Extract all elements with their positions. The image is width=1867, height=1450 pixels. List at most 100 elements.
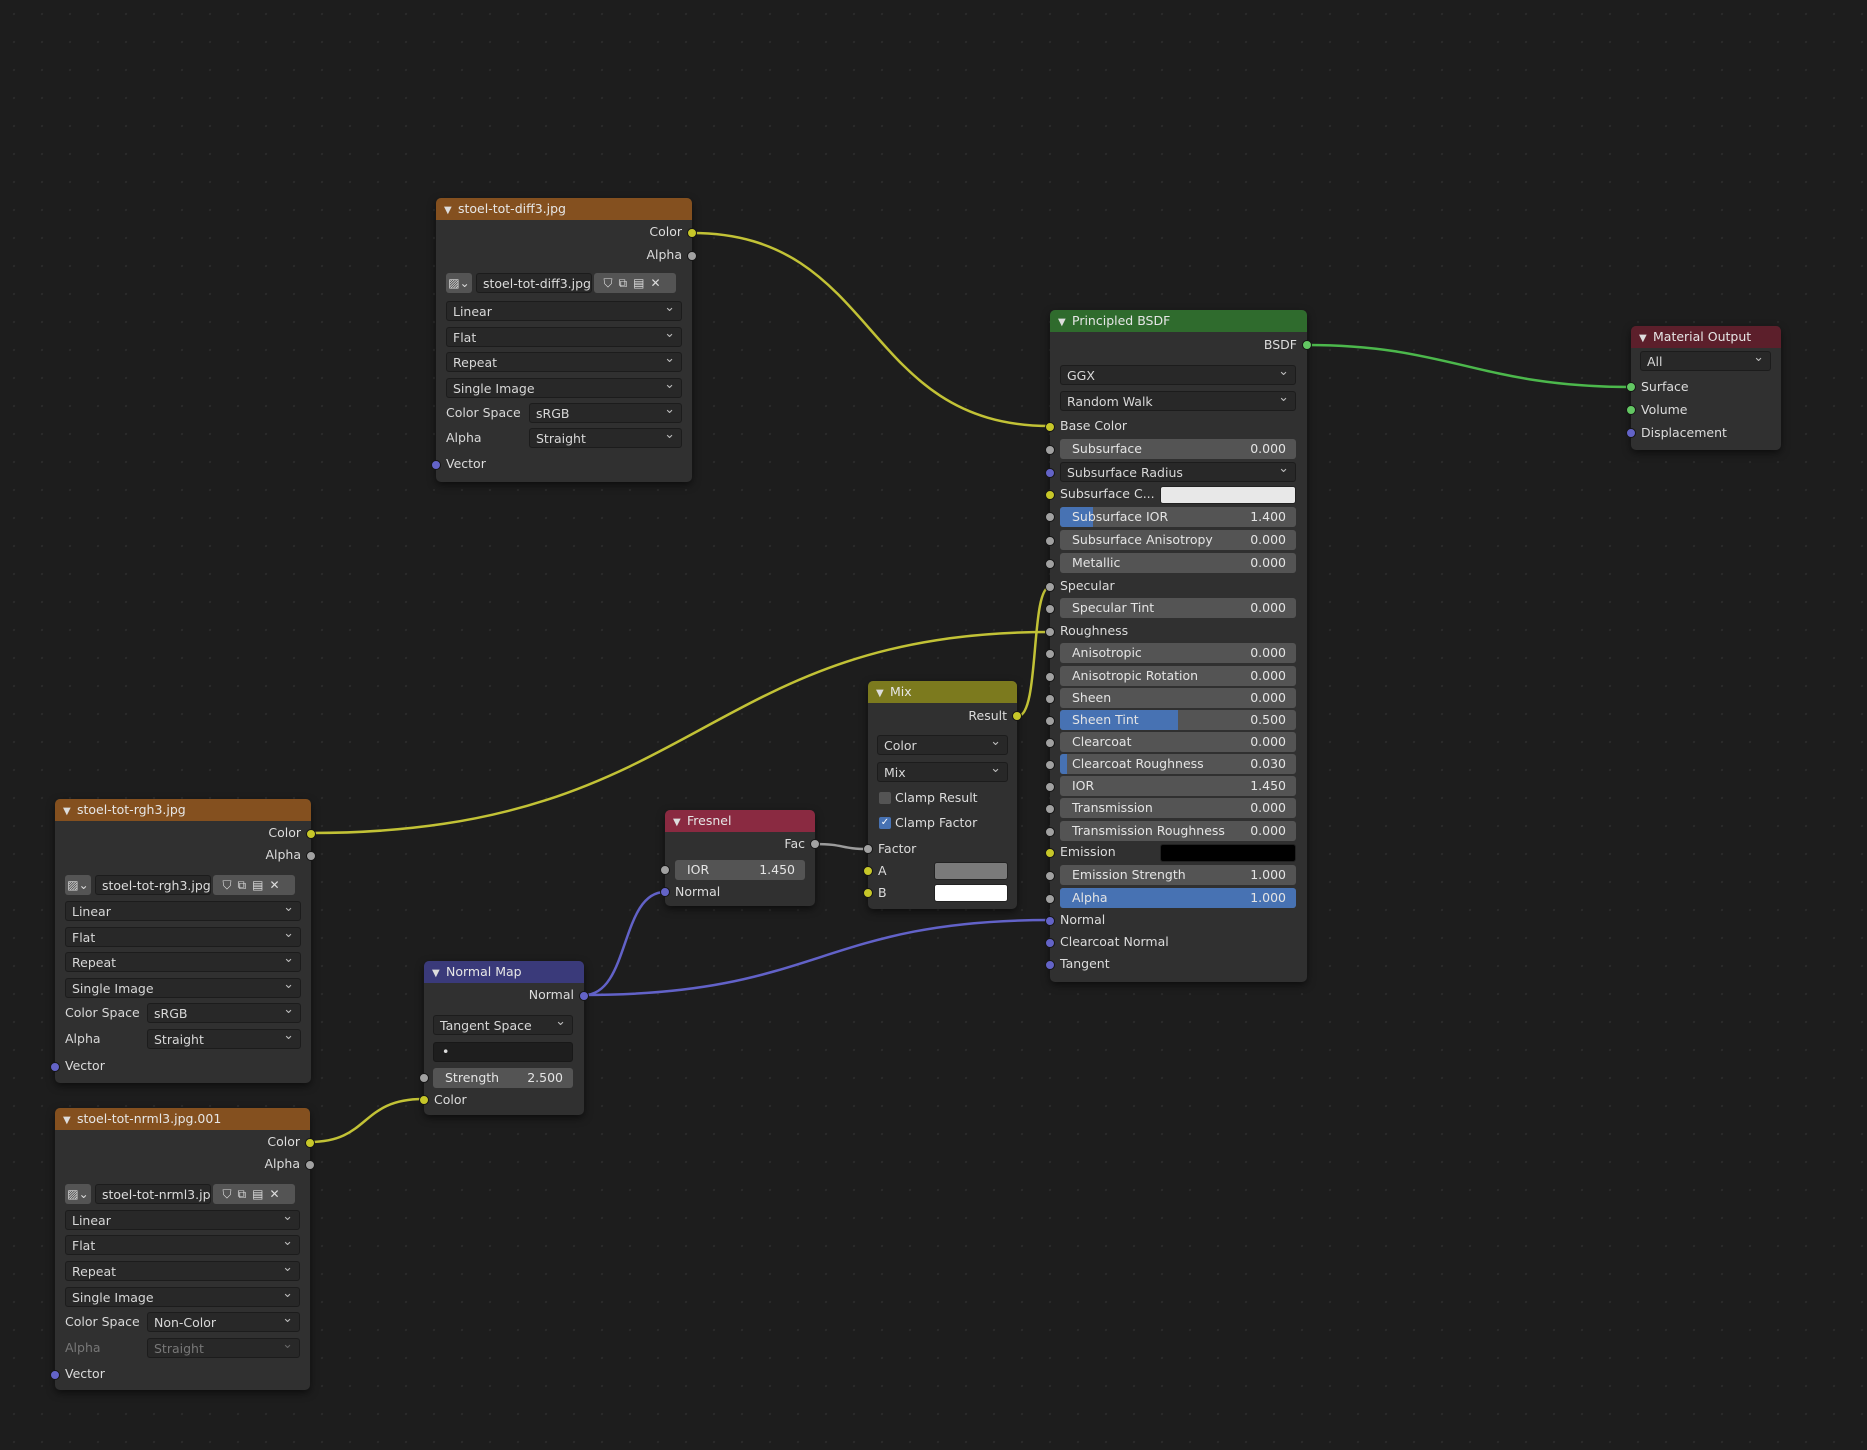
node-header[interactable]: ▼ stoel-tot-diff3.jpg bbox=[436, 198, 692, 220]
subsurface-ior-slider[interactable]: Subsurface IOR 1.400 bbox=[1060, 507, 1296, 527]
chevron-down-icon[interactable]: ▼ bbox=[1058, 312, 1072, 332]
anisotropic-rotation-socket[interactable] bbox=[1045, 672, 1055, 682]
close-icon[interactable]: ✕ bbox=[650, 276, 666, 290]
alpha-socket[interactable] bbox=[1045, 894, 1055, 904]
emission-strength-socket[interactable] bbox=[1045, 871, 1055, 881]
link-fresnel-fac-to-mix-factor[interactable] bbox=[814, 842, 869, 851]
duplicate-icon[interactable]: ⧉ bbox=[238, 1187, 253, 1201]
a-color-swatch[interactable] bbox=[934, 862, 1008, 880]
normal-map-node[interactable]: ▼Normal Map Normal Tangent Space • Stren… bbox=[419, 961, 589, 1115]
link-nrm-color-to-normalmap-color[interactable] bbox=[309, 1097, 424, 1144]
ior-slider[interactable]: IOR 1.450 bbox=[1060, 776, 1296, 796]
node-header[interactable]: ▼ Fresnel bbox=[665, 810, 815, 832]
specular-socket[interactable] bbox=[1045, 582, 1055, 592]
shield-icon[interactable]: ⛉ bbox=[223, 878, 238, 892]
node-header[interactable]: ▼ Principled BSDF bbox=[1050, 310, 1307, 332]
subsurface-anisotropy-slider[interactable]: Subsurface Anisotropy 0.000 bbox=[1060, 530, 1296, 550]
input-ior-socket[interactable] bbox=[660, 865, 670, 875]
input-vector-socket[interactable] bbox=[50, 1062, 60, 1072]
output-bsdf-socket[interactable] bbox=[1302, 340, 1312, 350]
subsurface-slider[interactable]: Subsurface 0.000 bbox=[1060, 439, 1296, 459]
distribution-dropdown[interactable]: GGX bbox=[1060, 365, 1296, 385]
output-alpha-socket[interactable] bbox=[306, 851, 316, 861]
projection-dropdown[interactable]: Flat bbox=[65, 1235, 300, 1255]
image-name-field[interactable]: stoel-tot-nrml3.jp... bbox=[95, 1184, 211, 1204]
base-color-socket[interactable] bbox=[1045, 422, 1055, 432]
clearcoat-roughness-slider[interactable]: Clearcoat Roughness 0.030 bbox=[1060, 754, 1296, 774]
surface-socket[interactable] bbox=[1626, 382, 1636, 392]
chevron-down-icon[interactable]: ▼ bbox=[1639, 328, 1653, 348]
clearcoat-socket[interactable] bbox=[1045, 738, 1055, 748]
image-icon[interactable]: ▨⌄ bbox=[65, 1184, 91, 1204]
mix-node[interactable]: ▼Mix Result Color Mix Clamp Result ✓ Cla… bbox=[863, 681, 1022, 909]
image-icon[interactable]: ▨⌄ bbox=[446, 273, 472, 293]
input-b-socket[interactable] bbox=[863, 888, 873, 898]
duplicate-icon[interactable]: ⧉ bbox=[619, 276, 634, 290]
subsurface-anisotropy-socket[interactable] bbox=[1045, 536, 1055, 546]
image-texture-node-diff[interactable]: ▼ stoel-tot-diff3.jpg Color Alpha ▨⌄ stoe… bbox=[431, 198, 697, 482]
chevron-down-icon[interactable]: ▼ bbox=[444, 200, 458, 220]
uv-map-field[interactable]: • bbox=[433, 1042, 573, 1062]
metallic-slider[interactable]: Metallic 0.000 bbox=[1060, 553, 1296, 573]
duplicate-icon[interactable]: ⧉ bbox=[238, 878, 253, 892]
interpolation-dropdown[interactable]: Linear bbox=[446, 301, 682, 321]
color-space-dropdown[interactable]: sRGB bbox=[147, 1003, 301, 1023]
close-icon[interactable]: ✕ bbox=[269, 1187, 285, 1201]
blend-mode-dropdown[interactable]: Mix bbox=[877, 762, 1008, 782]
node-header[interactable]: ▼ Mix bbox=[868, 681, 1017, 703]
node-header[interactable]: ▼ Normal Map bbox=[424, 961, 584, 983]
anisotropic-socket[interactable] bbox=[1045, 649, 1055, 659]
source-dropdown[interactable]: Single Image bbox=[65, 1287, 300, 1307]
space-dropdown[interactable]: Tangent Space bbox=[433, 1015, 573, 1035]
package-icon[interactable]: ▤ bbox=[633, 276, 650, 290]
node-header[interactable]: ▼ stoel-tot-nrml3.jpg.001 bbox=[55, 1108, 310, 1130]
projection-dropdown[interactable]: Flat bbox=[65, 927, 301, 947]
tangent-socket[interactable] bbox=[1045, 960, 1055, 970]
clearcoat-roughness-socket[interactable] bbox=[1045, 760, 1055, 770]
image-actions[interactable]: ⛉⧉▤✕ bbox=[213, 875, 295, 895]
ior-socket[interactable] bbox=[1045, 782, 1055, 792]
clamp-factor-checkbox[interactable]: ✓ bbox=[879, 817, 891, 829]
emission-color-swatch[interactable] bbox=[1160, 844, 1296, 862]
normal-socket[interactable] bbox=[1045, 916, 1055, 926]
image-name-field[interactable]: stoel-tot-rgh3.jpg bbox=[95, 875, 211, 895]
package-icon[interactable]: ▤ bbox=[252, 1187, 269, 1201]
roughness-socket[interactable] bbox=[1045, 627, 1055, 637]
node-header[interactable]: ▼ stoel-tot-rgh3.jpg bbox=[55, 799, 311, 821]
link-normalmap-to-bsdf-normal[interactable] bbox=[583, 918, 1051, 997]
metallic-socket[interactable] bbox=[1045, 559, 1055, 569]
clearcoat-normal-socket[interactable] bbox=[1045, 938, 1055, 948]
color-space-dropdown[interactable]: Non-Color bbox=[147, 1312, 300, 1332]
input-color-socket[interactable] bbox=[419, 1095, 429, 1105]
sheen-slider[interactable]: Sheen 0.000 bbox=[1060, 688, 1296, 708]
alpha-dropdown[interactable]: Straight bbox=[529, 428, 682, 448]
strength-slider[interactable]: Strength 2.500 bbox=[433, 1068, 573, 1088]
link-diff-color-to-base-color[interactable] bbox=[691, 231, 1051, 428]
displacement-socket[interactable] bbox=[1626, 428, 1636, 438]
source-dropdown[interactable]: Single Image bbox=[65, 978, 301, 998]
output-fac-socket[interactable] bbox=[810, 839, 820, 849]
output-normal-socket[interactable] bbox=[579, 991, 589, 1001]
clamp-result-checkbox[interactable] bbox=[879, 792, 891, 804]
color-space-dropdown[interactable]: sRGB bbox=[529, 403, 682, 423]
output-alpha-socket[interactable] bbox=[687, 251, 697, 261]
anisotropic-slider[interactable]: Anisotropic 0.000 bbox=[1060, 643, 1296, 663]
output-color-socket[interactable] bbox=[687, 228, 697, 238]
b-color-swatch[interactable] bbox=[934, 884, 1008, 902]
sheen-socket[interactable] bbox=[1045, 694, 1055, 704]
clearcoat-slider[interactable]: Clearcoat 0.000 bbox=[1060, 732, 1296, 752]
extension-dropdown[interactable]: Repeat bbox=[65, 1261, 300, 1281]
shield-icon[interactable]: ⛉ bbox=[223, 1187, 238, 1201]
principled-bsdf-node[interactable]: ▼Principled BSDF BSDF GGX Random Walk Ba… bbox=[1045, 310, 1312, 982]
sheen-tint-socket[interactable] bbox=[1045, 716, 1055, 726]
image-icon[interactable]: ▨⌄ bbox=[65, 875, 91, 895]
chevron-down-icon[interactable]: ▼ bbox=[876, 683, 890, 703]
transmission-roughness-socket[interactable] bbox=[1045, 827, 1055, 837]
input-vector-socket[interactable] bbox=[431, 460, 441, 470]
input-vector-socket[interactable] bbox=[50, 1370, 60, 1380]
image-name-field[interactable]: stoel-tot-diff3.jpg bbox=[476, 273, 592, 293]
transmission-roughness-slider[interactable]: Transmission Roughness 0.000 bbox=[1060, 821, 1296, 841]
output-alpha-socket[interactable] bbox=[305, 1160, 315, 1170]
output-color-socket[interactable] bbox=[305, 1138, 315, 1148]
emission-socket[interactable] bbox=[1045, 848, 1055, 858]
